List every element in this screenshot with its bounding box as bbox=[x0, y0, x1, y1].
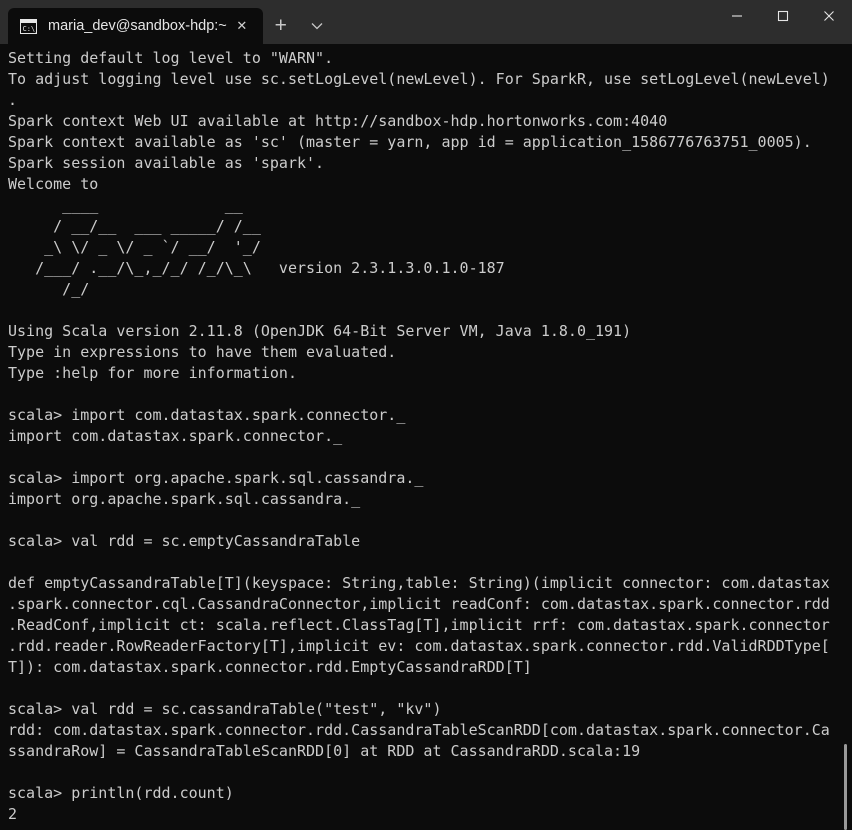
close-window-button[interactable] bbox=[806, 0, 852, 32]
terminal-pane[interactable]: Setting default log level to "WARN". To a… bbox=[0, 44, 852, 830]
chevron-down-icon bbox=[311, 23, 323, 30]
terminal-line: To adjust logging level use sc.setLogLev… bbox=[8, 70, 830, 88]
terminal-line: /___/ .__/\_,_/_/ /_/\_\ version 2.3.1.3… bbox=[8, 259, 505, 277]
terminal-line: Spark context available as 'sc' (master … bbox=[8, 133, 812, 151]
terminal-line: rdd: com.datastax.spark.connector.rdd.Ca… bbox=[8, 721, 830, 739]
terminal-scrollbar[interactable] bbox=[840, 44, 852, 830]
minimize-icon bbox=[732, 15, 742, 17]
maximize-icon bbox=[777, 10, 789, 22]
terminal-line: /_/ bbox=[8, 280, 90, 298]
terminal-line: scala> val rdd = sc.cassandraTable("test… bbox=[8, 700, 442, 718]
tab-strip: C:\_ maria_dev@sandbox-hdp:~ ✕ + bbox=[0, 0, 335, 44]
tab-dropdown-button[interactable] bbox=[299, 8, 335, 44]
terminal-line: scala> import com.datastax.spark.connect… bbox=[8, 406, 406, 424]
terminal-line: Using Scala version 2.11.8 (OpenJDK 64-B… bbox=[8, 322, 632, 340]
terminal-line: .rdd.reader.RowReaderFactory[T],implicit… bbox=[8, 637, 830, 655]
terminal-line: T]): com.datastax.spark.connector.rdd.Em… bbox=[8, 658, 532, 676]
terminal-line: Spark context Web UI available at http:/… bbox=[8, 112, 668, 130]
terminal-line: ____ __ bbox=[8, 196, 243, 214]
tab-title: maria_dev@sandbox-hdp:~ bbox=[48, 18, 227, 34]
terminal-tab[interactable]: C:\_ maria_dev@sandbox-hdp:~ ✕ bbox=[8, 8, 263, 44]
maximize-button[interactable] bbox=[760, 0, 806, 32]
cmd-prompt-icon: C:\_ bbox=[20, 18, 40, 34]
terminal-line: import org.apache.spark.sql.cassandra._ bbox=[8, 490, 361, 508]
terminal-line: Spark session available as 'spark'. bbox=[8, 154, 325, 172]
terminal-line: .spark.connector.cql.CassandraConnector,… bbox=[8, 595, 830, 613]
close-tab-icon[interactable]: ✕ bbox=[227, 11, 257, 41]
terminal-line: def emptyCassandraTable[T](keyspace: Str… bbox=[8, 574, 830, 592]
terminal-line: _\ \/ _ \/ _ `/ __/ '_/ bbox=[8, 238, 261, 256]
terminal-output: Setting default log level to "WARN". To a… bbox=[0, 44, 852, 825]
terminal-line: / __/__ ___ _____/ /__ bbox=[8, 217, 261, 235]
scrollbar-thumb[interactable] bbox=[844, 744, 847, 830]
svg-text:C:\_: C:\_ bbox=[23, 25, 38, 33]
terminal-line: import com.datastax.spark.connector._ bbox=[8, 427, 343, 445]
terminal-line: scala> val rdd = sc.emptyCassandraTable bbox=[8, 532, 361, 550]
minimize-button[interactable] bbox=[714, 0, 760, 32]
terminal-line: Welcome to bbox=[8, 175, 99, 193]
terminal-line: 2 bbox=[8, 805, 18, 823]
terminal-line: Type :help for more information. bbox=[8, 364, 297, 382]
new-tab-button[interactable]: + bbox=[263, 8, 299, 44]
terminal-line: . bbox=[8, 91, 18, 109]
window-titlebar: C:\_ maria_dev@sandbox-hdp:~ ✕ + bbox=[0, 0, 852, 44]
close-icon bbox=[824, 11, 834, 21]
terminal-line: Type in expressions to have them evaluat… bbox=[8, 343, 397, 361]
terminal-line: .ReadConf,implicit ct: scala.reflect.Cla… bbox=[8, 616, 830, 634]
terminal-line: scala> println(rdd.count) bbox=[8, 784, 234, 802]
window-controls bbox=[714, 0, 852, 44]
terminal-line: ssandraRow] = CassandraTableScanRDD[0] a… bbox=[8, 742, 641, 760]
terminal-line: Setting default log level to "WARN". bbox=[8, 49, 334, 67]
terminal-line: scala> import org.apache.spark.sql.cassa… bbox=[8, 469, 424, 487]
